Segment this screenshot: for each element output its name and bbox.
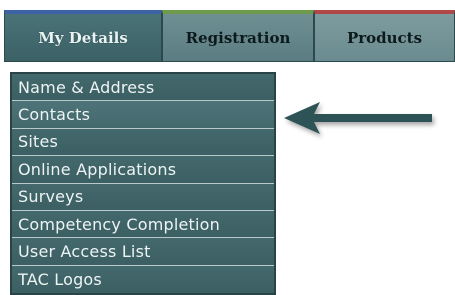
tab-products[interactable]: Products xyxy=(314,10,455,62)
menu-item-surveys[interactable]: Surveys xyxy=(12,183,274,211)
menu-item-user-access-list[interactable]: User Access List xyxy=(12,238,274,266)
tab-my-details[interactable]: My Details xyxy=(4,10,162,62)
screenshot-frame: My Details Registration Products Name & … xyxy=(0,0,455,295)
pointer-arrow-icon xyxy=(284,102,432,134)
menu-item-tac-logos[interactable]: TAC Logos xyxy=(12,265,274,294)
my-details-dropdown-menu: Name & Address Contacts Sites Online App… xyxy=(10,72,276,295)
tab-bar: My Details Registration Products xyxy=(4,6,455,62)
arrow-shape xyxy=(284,102,432,134)
tab-registration[interactable]: Registration xyxy=(162,10,314,62)
menu-item-competency-completion[interactable]: Competency Completion xyxy=(12,210,274,239)
menu-item-contacts[interactable]: Contacts xyxy=(12,101,274,129)
menu-item-name-address[interactable]: Name & Address xyxy=(12,74,274,102)
menu-item-online-applications[interactable]: Online Applications xyxy=(12,156,274,184)
menu-item-sites[interactable]: Sites xyxy=(12,128,274,157)
